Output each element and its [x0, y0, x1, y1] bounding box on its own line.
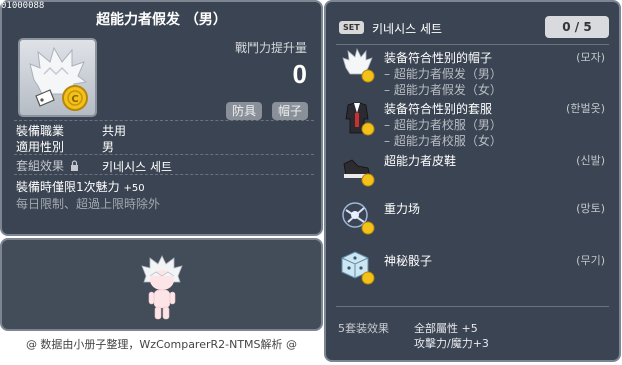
job-label: 裝備職業: [16, 124, 65, 138]
item-tooltip-panel: 超能力者假发 （男） C 戰鬥力提升量 0 防具 帽子 裝備職業 共用 適用性別…: [0, 0, 323, 236]
lock-icon: [70, 160, 78, 171]
character-preview-panel: [0, 238, 323, 331]
set-bonus-line-1: 全部屬性 +5: [414, 322, 478, 335]
job-value: 共用: [102, 124, 127, 138]
divider: [14, 174, 314, 175]
dice-icon: [341, 251, 375, 285]
wig-icon: [342, 47, 375, 83]
wig-icon: C: [29, 46, 88, 111]
set-info-panel: SET 키네시스 세트 0 / 5 装备符合性别的帽子 – 超能力者假发（男） …: [324, 0, 621, 362]
set-item-1-variant-male: – 超能力者假发（男）: [384, 67, 502, 81]
set-item-4-type: (망토): [576, 202, 605, 215]
cape-icon: [342, 202, 375, 235]
set-count-badge: 0 / 5: [545, 16, 609, 38]
set-effect-value[interactable]: 키네시스 세트: [102, 158, 172, 175]
set-effect-label: 套組效果: [16, 157, 79, 174]
item-title: 超能力者假发 （男）: [96, 12, 227, 28]
set-item-4-name: 重力场: [384, 202, 421, 216]
set-bonus-line-2: 攻擊力/魔力+3: [414, 337, 489, 350]
set-item-5-type: (무기): [576, 254, 605, 267]
tag-hat: 帽子: [272, 102, 309, 120]
shoes-icon: [343, 159, 375, 187]
item-id: 01000088: [1, 1, 45, 11]
set-item-2-variant-female: – 超能力者校服（女）: [384, 134, 502, 148]
svg-text:C: C: [71, 94, 78, 105]
character-preview-image: [141, 255, 183, 320]
equip-charm-text: 裝備時僅限1次魅力 +50: [16, 178, 145, 195]
gender-label: 適用性別: [16, 140, 65, 154]
gender-value: 男: [102, 140, 115, 154]
equip-charm-value: +50: [123, 183, 145, 194]
set-item-1-type: (모자): [576, 51, 605, 64]
set-item-2-variant-male: – 超能力者校服（男）: [384, 118, 502, 132]
set-item-3-name: 超能力者皮鞋: [384, 154, 457, 168]
equip-charm-label: 裝備時僅限1次魅力: [16, 180, 120, 194]
daily-limit-note: 每日限制、超過上限時除外: [16, 197, 161, 211]
set-badge: SET: [339, 21, 364, 34]
set-item-2-type: (한벌옷): [566, 102, 605, 115]
credit-text: @ 数据由小册子整理，WzComparerR2-NTMS解析 @: [25, 338, 298, 351]
set-item-1-name: 装备符合性别的帽子: [384, 51, 493, 65]
set-name: 키네시스 세트: [372, 22, 443, 36]
tag-armor: 防具: [226, 102, 263, 120]
divider: [14, 154, 314, 155]
combat-power-label: 戰鬥力提升量: [234, 41, 307, 55]
set-bonus-label: 5套装效果: [338, 322, 389, 335]
set-item-2-name: 装备符合性别的套服: [384, 102, 493, 116]
set-item-1-variant-female: – 超能力者假发（女）: [384, 83, 502, 97]
set-item-3-type: (신발): [576, 154, 605, 167]
set-item-5-name: 神秘骰子: [384, 254, 433, 268]
combat-power-value: 0: [292, 59, 307, 89]
item-icon-frame: C: [18, 38, 97, 117]
uniform-icon: [345, 102, 375, 136]
divider: [336, 44, 609, 45]
divider: [336, 306, 609, 307]
set-effect-label-text: 套組效果: [16, 159, 65, 173]
divider: [14, 120, 314, 121]
